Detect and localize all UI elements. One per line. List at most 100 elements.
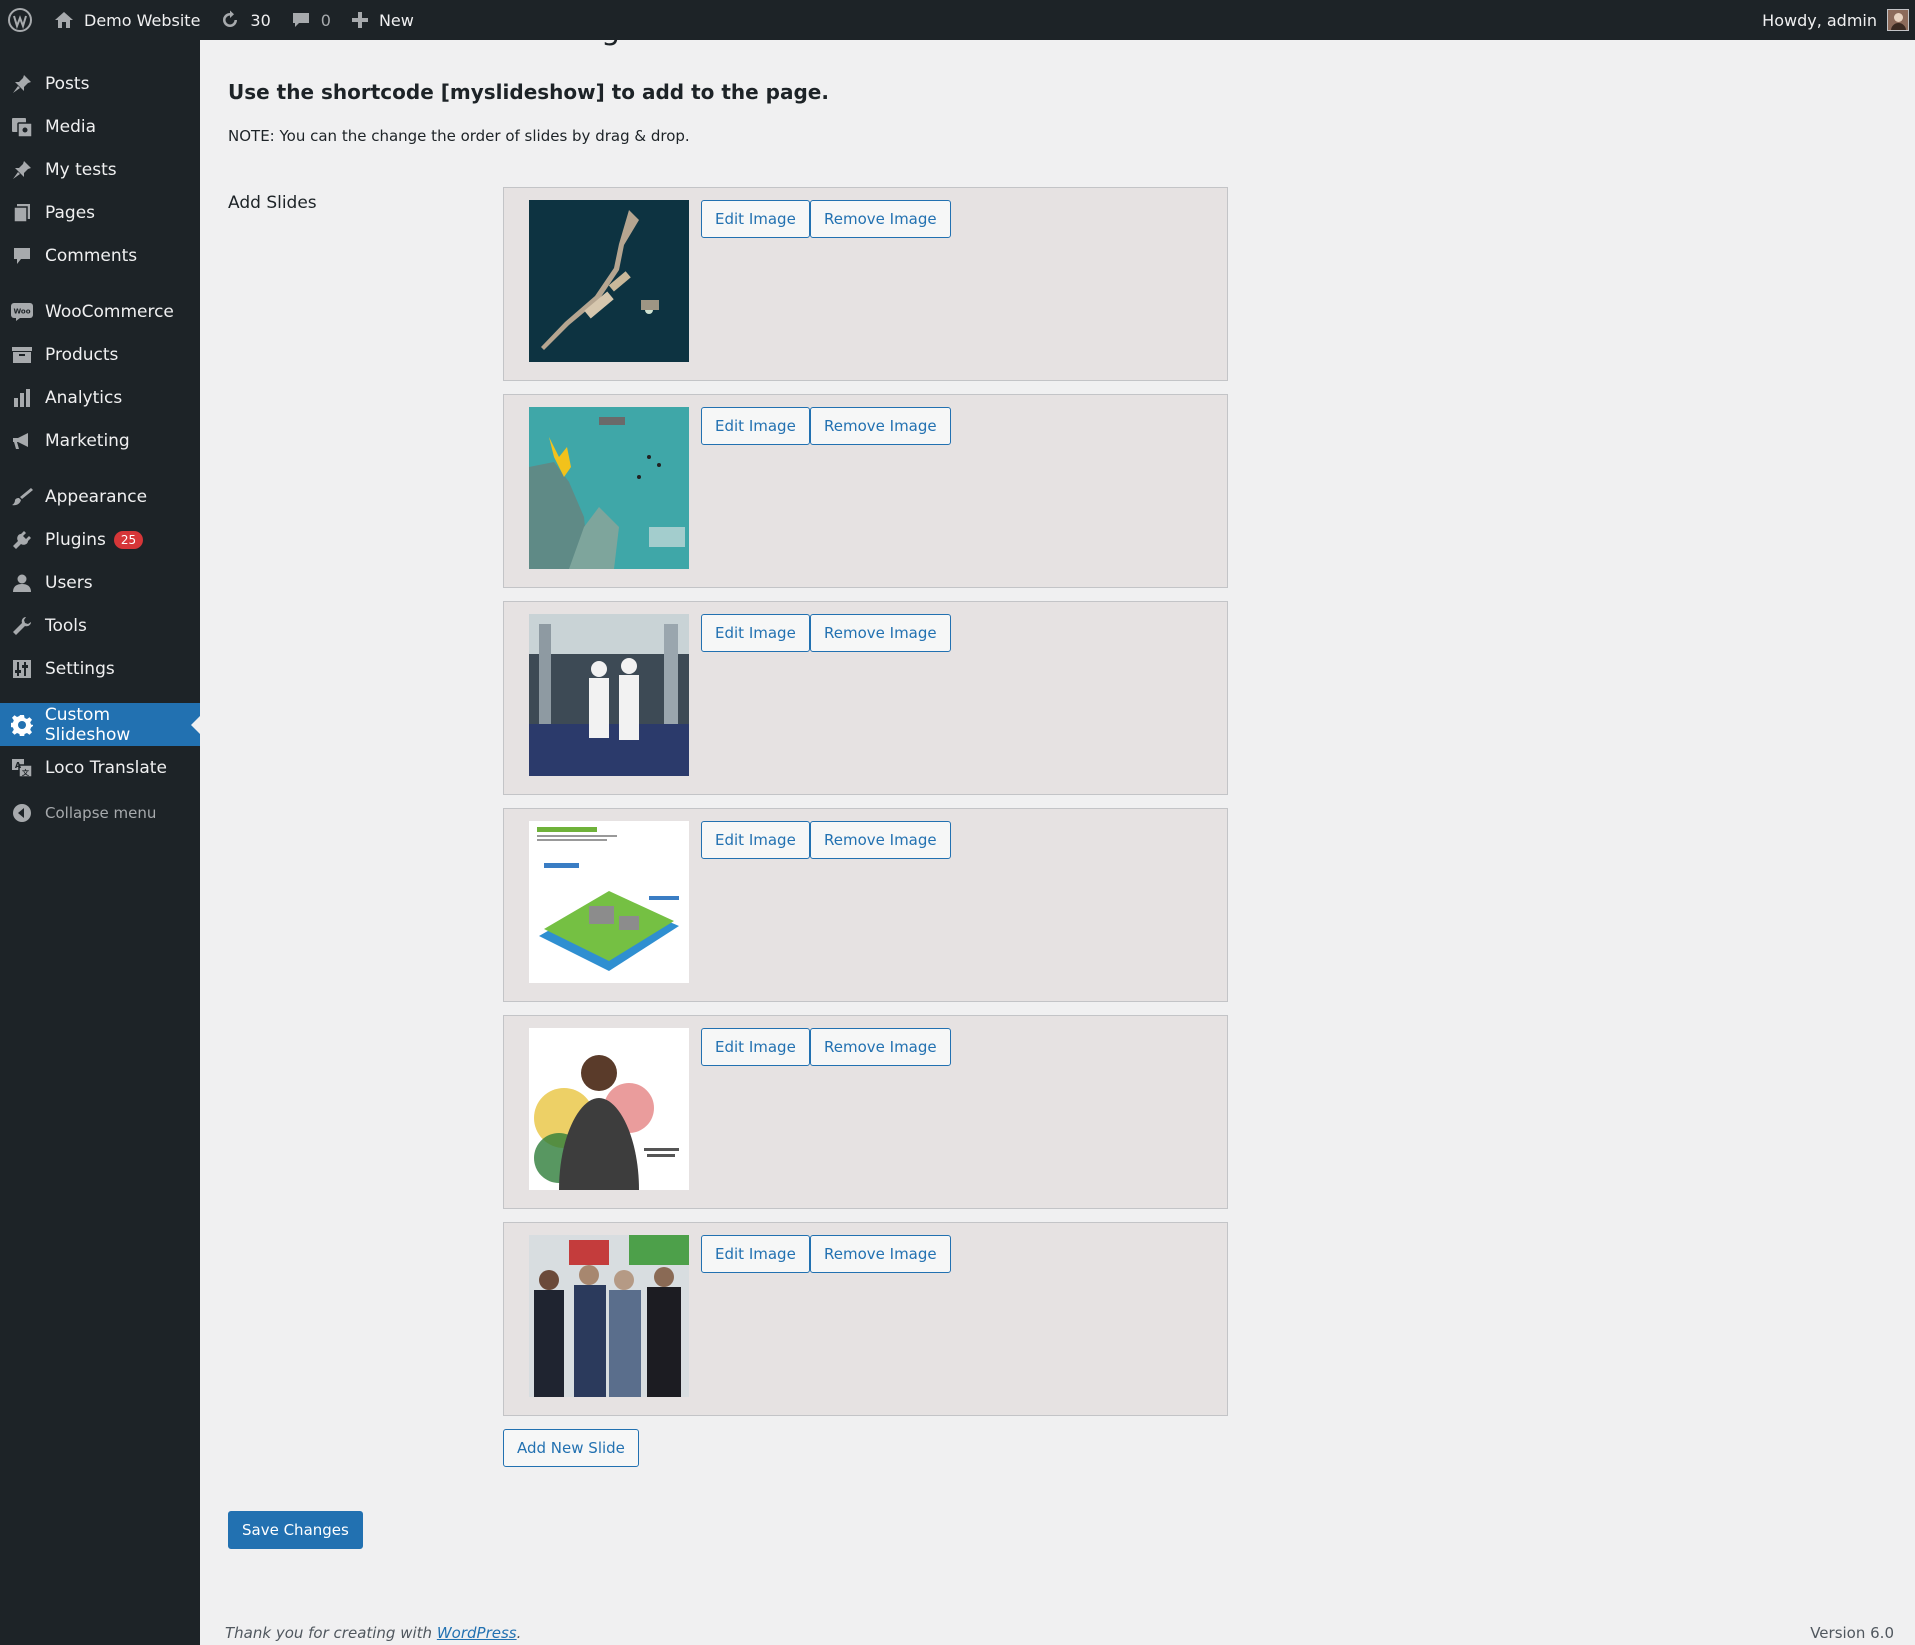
menu-item-posts[interactable]: Posts [0, 62, 200, 105]
slide-item[interactable]: Edit Image Remove Image [503, 601, 1228, 795]
remove-image-button[interactable]: Remove Image [810, 821, 951, 859]
menu-item-analytics[interactable]: Analytics [0, 376, 200, 419]
admin-sidebar: Posts Media My tests Pages Comments Woo … [0, 40, 200, 1645]
wordpress-link[interactable]: WordPress [437, 1624, 517, 1642]
menu-label-tools: Tools [45, 615, 87, 636]
remove-image-button[interactable]: Remove Image [810, 200, 951, 238]
sliders-icon [10, 657, 34, 681]
refresh-icon [223, 10, 238, 27]
edit-image-button[interactable]: Edit Image [701, 1028, 810, 1066]
new-content-link[interactable]: New [341, 0, 424, 40]
archive-icon [10, 343, 34, 367]
edit-image-button[interactable]: Edit Image [701, 1235, 810, 1273]
menu-label-woocommerce: WooCommerce [45, 301, 174, 322]
home-icon [55, 12, 73, 28]
menu-item-tools[interactable]: Tools [0, 604, 200, 647]
new-label: New [378, 10, 414, 30]
site-name-link[interactable]: Demo Website [44, 0, 210, 40]
menu-item-settings[interactable]: Settings [0, 647, 200, 690]
menu-item-woocommerce[interactable]: Woo WooCommerce [0, 290, 200, 333]
slide-item[interactable]: Edit Image Remove Image [503, 1222, 1228, 1416]
edit-image-button[interactable]: Edit Image [701, 821, 810, 859]
svg-text:Woo: Woo [13, 307, 30, 315]
slide-image-thumbnail [529, 821, 689, 983]
comments-link[interactable]: 0 [281, 0, 341, 40]
collapse-menu-label: Collapse menu [45, 803, 157, 822]
wrench-icon [10, 614, 34, 638]
admin-bar: Demo Website 30 0 New Howdy, admin [0, 0, 1915, 40]
slide-item[interactable]: Edit Image Remove Image [503, 187, 1228, 381]
slide-item[interactable]: Edit Image Remove Image [503, 1015, 1228, 1209]
avatar [1887, 9, 1909, 31]
menu-label-plugins: Plugins [45, 529, 106, 550]
menu-label-products: Products [45, 344, 119, 365]
menu-item-custom-slideshow[interactable]: Custom Slideshow [0, 703, 200, 746]
footer-thanks-suffix: . [516, 1624, 522, 1642]
menu-label-settings: Settings [45, 658, 115, 679]
slide-item[interactable]: Edit Image Remove Image [503, 394, 1228, 588]
edit-image-button[interactable]: Edit Image [701, 407, 810, 445]
menu-item-users[interactable]: Users [0, 561, 200, 604]
slide-image-thumbnail [529, 614, 689, 776]
svg-text:文: 文 [22, 768, 30, 777]
pin-icon [10, 158, 34, 182]
menu-label-marketing: Marketing [45, 430, 130, 451]
shortcode-instructions: Use the shortcode [myslideshow] to add t… [228, 80, 829, 104]
page-icon [10, 201, 34, 225]
menu-item-media[interactable]: Media [0, 105, 200, 148]
plugins-update-badge: 25 [113, 530, 144, 549]
howdy-greeting: Howdy, admin [1762, 10, 1877, 30]
my-account-link[interactable]: Howdy, admin [1752, 0, 1915, 40]
collapse-arrow-icon [10, 801, 34, 825]
menu-label-my-tests: My tests [45, 159, 117, 180]
plug-icon [10, 528, 34, 552]
edit-image-button[interactable]: Edit Image [701, 200, 810, 238]
remove-image-button[interactable]: Remove Image [810, 1028, 951, 1066]
menu-item-marketing[interactable]: Marketing [0, 419, 200, 462]
bar-chart-icon [10, 386, 34, 410]
comments-count: 0 [320, 10, 331, 30]
updates-count: 30 [250, 10, 271, 30]
menu-label-custom-slideshow: Custom Slideshow [44, 704, 131, 745]
remove-image-button[interactable]: Remove Image [810, 1235, 951, 1273]
remove-image-button[interactable]: Remove Image [810, 407, 951, 445]
wordpress-logo-icon[interactable] [0, 0, 44, 40]
edit-image-button[interactable]: Edit Image [701, 614, 810, 652]
media-icon [10, 115, 34, 139]
slide-image-thumbnail [529, 1028, 689, 1190]
menu-item-products[interactable]: Products [0, 333, 200, 376]
footer-version: Version 6.0 [1810, 1624, 1894, 1642]
menu-item-loco-translate[interactable]: A文 Loco Translate [0, 746, 200, 789]
woo-icon: Woo [10, 300, 34, 324]
collapse-menu-button[interactable]: Collapse menu [0, 791, 200, 834]
menu-label-posts: Posts [45, 73, 90, 94]
slide-image-thumbnail [529, 407, 689, 569]
add-new-slide-button[interactable]: Add New Slide [503, 1429, 639, 1467]
menu-label-users: Users [45, 572, 93, 593]
menu-item-pages[interactable]: Pages [0, 191, 200, 234]
updates-link[interactable]: 30 [210, 0, 280, 40]
remove-image-button[interactable]: Remove Image [810, 614, 951, 652]
menu-item-plugins[interactable]: Plugins 25 [0, 518, 200, 561]
menu-label-media: Media [45, 116, 97, 137]
megaphone-icon [10, 429, 34, 453]
menu-item-appearance[interactable]: Appearance [0, 475, 200, 518]
add-slides-label: Add Slides [228, 193, 317, 213]
menu-item-comments[interactable]: Comments [0, 234, 200, 277]
menu-label-analytics: Analytics [45, 387, 123, 408]
footer-thanks-prefix: Thank you for creating with [225, 1624, 437, 1642]
comment-icon [10, 244, 34, 268]
pin-icon [10, 72, 34, 96]
drag-drop-note: NOTE: You can the change the order of sl… [228, 127, 690, 145]
menu-label-loco-translate: Loco Translate [45, 757, 167, 778]
menu-item-my-tests[interactable]: My tests [0, 148, 200, 191]
brush-icon [10, 485, 34, 509]
plus-icon [351, 12, 368, 28]
menu-label-comments: Comments [45, 245, 138, 266]
slide-item[interactable]: Edit Image Remove Image [503, 808, 1228, 1002]
save-changes-button[interactable]: Save Changes [228, 1511, 363, 1549]
user-icon [10, 571, 34, 595]
admin-menu: Posts Media My tests Pages Comments Woo … [0, 40, 200, 834]
footer-thanks: Thank you for creating with WordPress. [225, 1624, 521, 1642]
slide-image-thumbnail [529, 200, 689, 362]
